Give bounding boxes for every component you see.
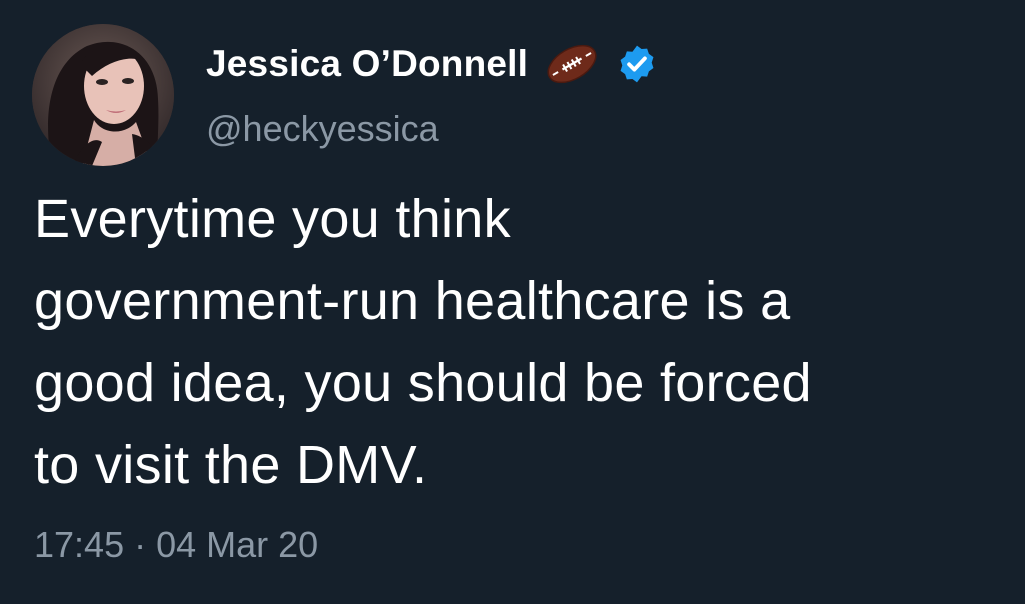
football-icon xyxy=(542,40,602,88)
tweet-card: Jessica O’Donnell @heckyessica Everytime… xyxy=(0,0,1025,604)
user-handle[interactable]: @heckyessica xyxy=(206,108,985,150)
tweet-time: 17:45 xyxy=(34,524,125,565)
verified-icon xyxy=(616,43,658,85)
tweet-text-line: good idea, you should be forced xyxy=(34,353,812,413)
tweet-text-line: to visit the DMV. xyxy=(34,435,428,495)
avatar[interactable] xyxy=(32,24,174,166)
tweet-header: Jessica O’Donnell @heckyessica xyxy=(206,40,985,160)
tweet-text: Everytime you think government-run healt… xyxy=(34,178,994,506)
tweet-text-line: Everytime you think xyxy=(34,189,511,249)
meta-separator: · xyxy=(134,524,147,565)
tweet-text-line: government-run healthcare is a xyxy=(34,271,791,331)
display-name[interactable]: Jessica O’Donnell xyxy=(206,43,528,85)
name-row: Jessica O’Donnell xyxy=(206,40,985,88)
tweet-timestamp[interactable]: 17:45 · 04 Mar 20 xyxy=(34,524,318,566)
tweet-date: 04 Mar 20 xyxy=(156,524,319,565)
